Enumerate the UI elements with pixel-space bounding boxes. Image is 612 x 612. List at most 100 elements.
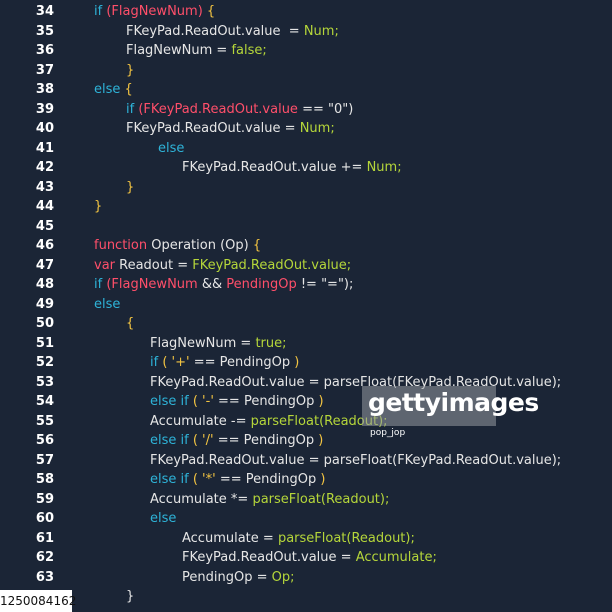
- line-number: 37: [35, 62, 54, 78]
- code-token: FlagNewNum =: [126, 43, 232, 58]
- code-line[interactable]: 49 else: [0, 295, 612, 315]
- code-text[interactable]: }: [126, 587, 134, 607]
- code-text[interactable]: if (FlagNewNum && PendingOp != "=");: [94, 275, 353, 295]
- code-text[interactable]: if (FlagNewNum) {: [94, 2, 215, 22]
- code-line[interactable]: 48 if (FlagNewNum && PendingOp != "=");: [0, 275, 612, 295]
- line-number: 60: [35, 511, 54, 526]
- code-token: FlagNewNum =: [150, 335, 256, 351]
- code-text[interactable]: function Operation (Op) {: [94, 236, 261, 256]
- watermark-logo: gettyimages: [368, 388, 539, 417]
- code-line[interactable]: 46 function Operation (Op) {: [0, 236, 612, 256]
- code-token: {: [206, 4, 216, 19]
- code-line[interactable]: 39 if (FKeyPad.ReadOut.value == "0"): [0, 100, 612, 120]
- code-text[interactable]: PendingOp = Op;: [182, 568, 295, 588]
- code-text[interactable]: else if ( '*' == PendingOp ): [150, 470, 325, 490]
- line-number: 57: [35, 452, 54, 468]
- code-token: }: [126, 62, 135, 78]
- code-token: else if: [150, 433, 193, 448]
- code-text[interactable]: {: [126, 314, 134, 334]
- code-text[interactable]: if (FKeyPad.ReadOut.value == "0"): [126, 100, 353, 120]
- code-editor[interactable]: 34 if (FlagNewNum) { 35 FKeyPad.ReadOut.val…: [0, 0, 612, 612]
- line-number: 54: [35, 394, 54, 409]
- code-token: == PendingOp: [217, 433, 319, 448]
- code-line[interactable]: 47 var Readout = FKeyPad.ReadOut.value;: [0, 256, 612, 276]
- code-token: == "0"): [302, 101, 354, 117]
- code-line[interactable]: 44}: [0, 197, 612, 217]
- code-text[interactable]: else: [158, 139, 184, 159]
- code-token: Op;: [271, 569, 295, 585]
- code-text[interactable]: }: [126, 178, 134, 198]
- code-line[interactable]: 40 FKeyPad.ReadOut.value = Num;: [0, 119, 612, 139]
- code-line[interactable]: 59 Accumulate *= parseFloat(Readout);: [0, 490, 612, 510]
- code-line[interactable]: 52 if ( '+' == PendingOp ): [0, 353, 612, 373]
- code-text[interactable]: FKeyPad.ReadOut.value = Num;: [126, 119, 335, 139]
- code-line[interactable]: 36 FlagNewNum = false;: [0, 41, 612, 61]
- code-text[interactable]: else {: [94, 80, 133, 100]
- line-number: 34: [35, 4, 54, 19]
- code-line[interactable]: 50 {: [0, 314, 612, 334]
- line-number: 39: [35, 101, 54, 117]
- code-line[interactable]: 37}: [0, 61, 612, 81]
- code-token: ): [318, 394, 324, 409]
- code-text[interactable]: Accumulate = parseFloat(Readout);: [182, 529, 415, 549]
- code-token: ( '/': [192, 433, 218, 448]
- code-text[interactable]: FKeyPad.ReadOut.value = Accumulate;: [182, 548, 437, 568]
- code-text[interactable]: else if ( '/' == PendingOp ): [150, 431, 323, 451]
- line-number: 49: [35, 296, 54, 312]
- code-line[interactable]: 61 Accumulate = parseFloat(Readout);: [0, 529, 612, 549]
- code-text[interactable]: else: [150, 509, 176, 529]
- code-text[interactable]: var Readout = FKeyPad.ReadOut.value;: [94, 256, 351, 276]
- line-number: 61: [35, 530, 54, 546]
- code-line[interactable]: 43}: [0, 178, 612, 198]
- line-number: 44: [35, 199, 54, 214]
- code-line[interactable]: 63 PendingOp = Op;: [0, 568, 612, 588]
- code-text[interactable]: else if ( '-' == PendingOp ): [150, 392, 324, 412]
- code-text[interactable]: Accumulate -= parseFloat(Readout);: [150, 412, 388, 432]
- code-text[interactable]: if ( '+' == PendingOp ): [150, 353, 299, 373]
- code-token: ( '+': [162, 355, 194, 370]
- code-token: var: [94, 257, 120, 273]
- code-line[interactable]: 64}: [0, 587, 612, 607]
- code-token: {: [126, 316, 135, 331]
- code-token: Accumulate =: [182, 530, 278, 546]
- code-token: parseFloat(Readout);: [252, 491, 390, 507]
- code-token: (FlagNewNum): [106, 4, 207, 19]
- code-text[interactable]: }: [126, 61, 134, 81]
- code-token: == PendingOp: [218, 394, 319, 409]
- code-line[interactable]: 62 FKeyPad.ReadOut.value = Accumulate;: [0, 548, 612, 568]
- code-token: (FKeyPad.ReadOut.value: [138, 101, 303, 117]
- code-line[interactable]: 42 FKeyPad.ReadOut.value += Num;: [0, 158, 612, 178]
- watermark-credit: pop_jop: [370, 428, 406, 438]
- line-number: 50: [35, 316, 54, 331]
- line-number: 35: [35, 23, 54, 39]
- code-text[interactable]: FlagNewNum = true;: [150, 334, 287, 354]
- code-line[interactable]: 41 else: [0, 139, 612, 159]
- image-id-label: 1250084162: [0, 590, 76, 612]
- code-line[interactable]: 51 FlagNewNum = true;: [0, 334, 612, 354]
- code-line[interactable]: 56 else if ( '/' == PendingOp ): [0, 431, 612, 451]
- code-line[interactable]: 38 else {: [0, 80, 612, 100]
- code-token: Accumulate;: [355, 550, 437, 565]
- code-text[interactable]: }: [94, 197, 102, 217]
- code-token: PendingOp: [226, 277, 301, 292]
- code-text[interactable]: FKeyPad.ReadOut.value = parseFloat(FKeyP…: [150, 451, 561, 471]
- code-text[interactable]: FKeyPad.ReadOut.value = Num;: [126, 22, 339, 42]
- code-token: Accumulate -=: [150, 413, 251, 429]
- code-text[interactable]: FlagNewNum = false;: [126, 41, 267, 61]
- line-number: 53: [35, 374, 54, 390]
- code-line[interactable]: 34 if (FlagNewNum) {: [0, 2, 612, 22]
- code-token: else: [94, 296, 121, 312]
- code-token: FKeyPad.ReadOut.value = parseFloat(FKeyP…: [150, 452, 562, 468]
- code-token: &&: [201, 277, 227, 292]
- code-token: != "=");: [300, 277, 354, 292]
- code-line[interactable]: 45: [0, 217, 612, 237]
- code-text[interactable]: Accumulate *= parseFloat(Readout);: [150, 490, 389, 510]
- code-text[interactable]: FKeyPad.ReadOut.value += Num;: [182, 158, 402, 178]
- code-token: FKeyPad.ReadOut.value =: [126, 121, 300, 136]
- code-token: ( '*': [192, 472, 220, 487]
- code-line[interactable]: 60 else: [0, 509, 612, 529]
- code-line[interactable]: 35 FKeyPad.ReadOut.value = Num;: [0, 22, 612, 42]
- code-text[interactable]: else: [94, 295, 120, 315]
- code-line[interactable]: 58 else if ( '*' == PendingOp ): [0, 470, 612, 490]
- code-line[interactable]: 57 FKeyPad.ReadOut.value = parseFloat(FKe…: [0, 451, 612, 471]
